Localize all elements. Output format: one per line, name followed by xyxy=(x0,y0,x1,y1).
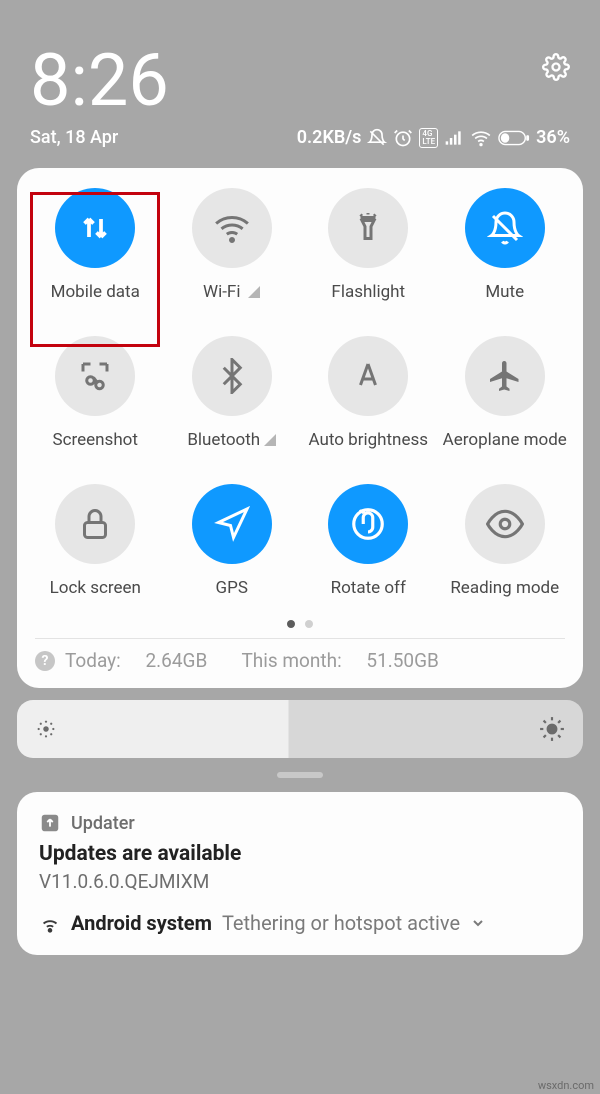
auto-brightness-icon xyxy=(350,358,386,394)
tile-auto-brightness[interactable]: Auto brightness xyxy=(300,336,437,450)
brightness-high-icon xyxy=(539,716,565,742)
panel-drag-handle[interactable] xyxy=(277,772,323,778)
rotate-icon xyxy=(349,505,387,543)
mute-icon xyxy=(487,210,523,246)
lock-icon xyxy=(77,506,113,542)
bluetooth-icon xyxy=(214,358,250,394)
tile-rotate-off[interactable]: Rotate off xyxy=(300,484,437,598)
brightness-slider[interactable] xyxy=(17,700,583,758)
tile-bluetooth[interactable]: Bluetooth xyxy=(164,336,301,450)
page-indicator xyxy=(27,620,573,628)
updater-app-icon xyxy=(39,812,61,834)
battery-icon xyxy=(498,130,530,146)
tile-lock-screen[interactable]: Lock screen xyxy=(27,484,164,598)
clock-time: 8:26 xyxy=(30,45,169,117)
screenshot-icon xyxy=(77,358,113,394)
tile-flashlight[interactable]: Flashlight xyxy=(300,188,437,302)
alarm-icon xyxy=(393,128,413,148)
data-rate: 0.2KB/s xyxy=(297,127,362,148)
mobile-data-icon xyxy=(77,210,113,246)
wifi-icon xyxy=(214,210,250,246)
aeroplane-icon xyxy=(487,358,523,394)
notification-title: Updates are available xyxy=(39,842,561,866)
tile-gps[interactable]: GPS xyxy=(164,484,301,598)
quick-settings-panel: Mobile data Wi-Fi Flashlight Mute Screen… xyxy=(17,168,583,688)
chevron-down-icon xyxy=(470,915,486,931)
battery-percent: 36% xyxy=(536,127,570,148)
reading-icon xyxy=(486,505,524,543)
signal-icon xyxy=(444,128,464,148)
status-bar: 0.2KB/s 4GLTE 36% xyxy=(297,127,570,148)
notification-system-row[interactable]: Android system Tethering or hotspot acti… xyxy=(39,911,561,935)
dnd-icon xyxy=(367,128,387,148)
flashlight-icon xyxy=(350,210,386,246)
help-icon: ? xyxy=(35,651,55,671)
tile-mobile-data[interactable]: Mobile data xyxy=(27,188,164,302)
hotspot-icon xyxy=(39,912,61,934)
gps-icon xyxy=(214,506,250,542)
tile-wifi[interactable]: Wi-Fi xyxy=(164,188,301,302)
notification-card[interactable]: Updater Updates are available V11.0.6.0.… xyxy=(17,792,583,955)
settings-icon[interactable] xyxy=(542,53,570,81)
brightness-low-icon xyxy=(35,718,57,740)
tile-screenshot[interactable]: Screenshot xyxy=(27,336,164,450)
data-usage-row[interactable]: ? Today: 2.64GB This month: 51.50GB xyxy=(27,639,573,674)
watermark: wsxdn.com xyxy=(538,1079,594,1092)
tile-mute[interactable]: Mute xyxy=(437,188,574,302)
wifi-status-icon xyxy=(470,128,492,148)
date-label: Sat, 18 Apr xyxy=(30,127,118,148)
volte-icon: 4GLTE xyxy=(419,128,438,148)
tile-aeroplane-mode[interactable]: Aeroplane mode xyxy=(437,336,574,450)
tile-reading-mode[interactable]: Reading mode xyxy=(437,484,574,598)
notification-subtitle: V11.0.6.0.QEJMIXM xyxy=(39,870,561,893)
